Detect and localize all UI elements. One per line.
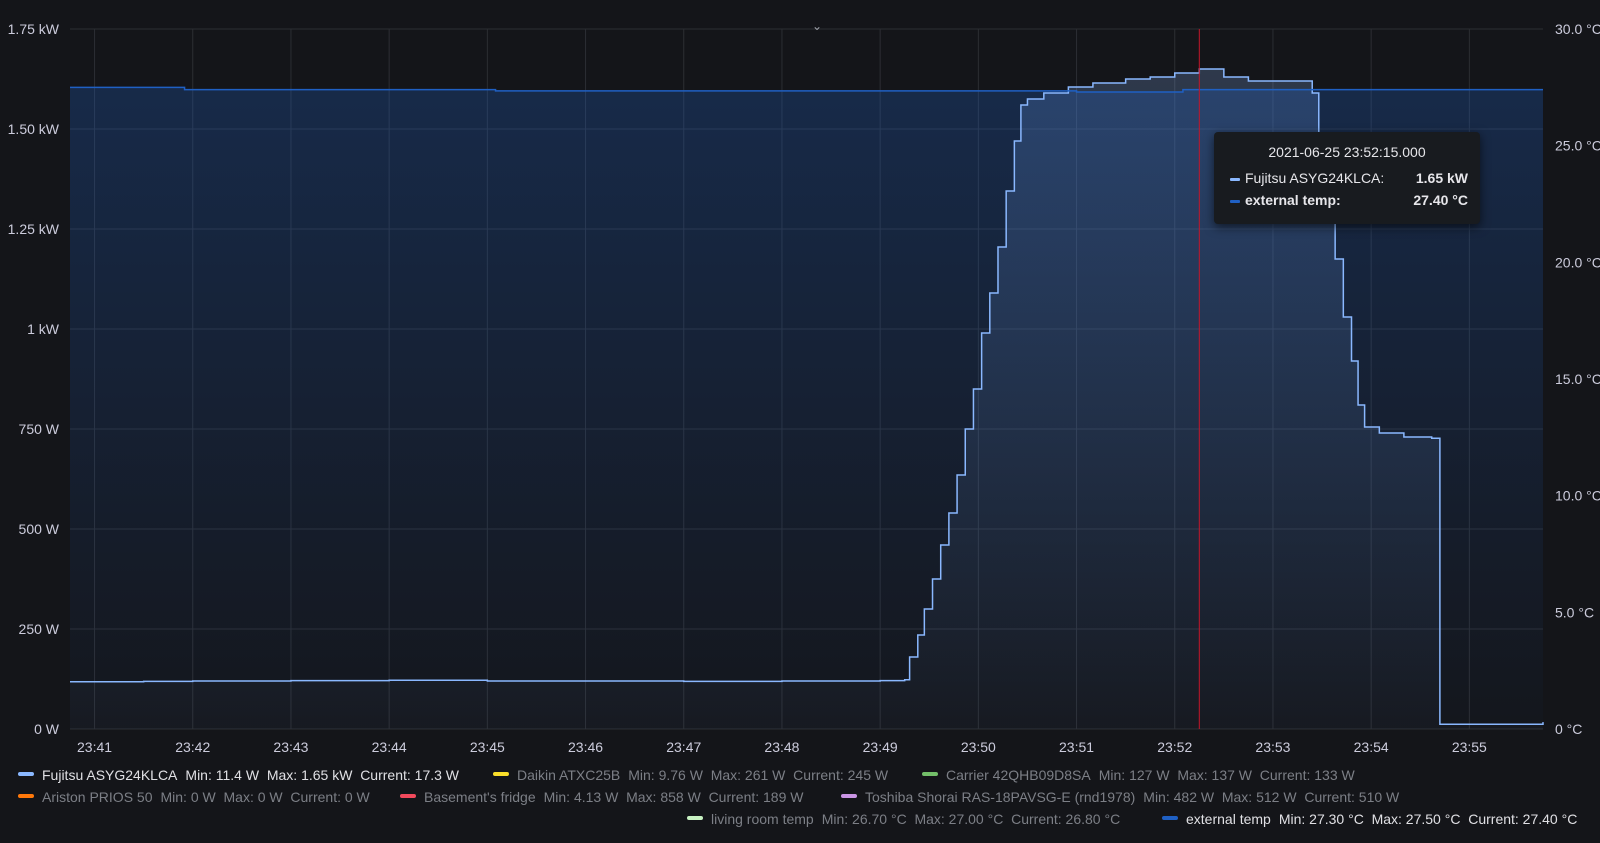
- y-tick-label-left: 1.50 kW: [8, 121, 60, 137]
- legend-item[interactable]: external temp Min: 27.30 °C Max: 27.50 °C…: [1162, 811, 1577, 827]
- y-tick-label-right: 10.0 °C: [1555, 488, 1600, 504]
- legend-series-stats: Min: 127 W Max: 137 W Current: 133 W: [1098, 767, 1355, 783]
- power-temperature-chart[interactable]: 0 W 250 W 500 W 750 W 1 kW 1.25 kW 1.50 kW 1.75…: [0, 0, 1600, 760]
- legend-series-name: external temp: [1186, 811, 1271, 827]
- legend-item[interactable]: Basement's fridge Min: 4.13 W Max: 858 W …: [400, 789, 804, 805]
- legend-item[interactable]: Carrier 42QHB09D8SA Min: 127 W Max: 137 W…: [922, 767, 1355, 783]
- x-tick-label: 23:41: [77, 739, 112, 755]
- y-tick-label-left: 1 kW: [27, 321, 60, 337]
- y-tick-label-right: 25.0 °C: [1555, 138, 1600, 154]
- y-tick-label-left: 0 W: [34, 721, 60, 737]
- y-axis-left: 0 W 250 W 500 W 750 W 1 kW 1.25 kW 1.50 kW 1.75…: [8, 21, 60, 737]
- legend-series-stats: Min: 11.4 W Max: 1.65 kW Current: 17.3 W: [185, 767, 460, 783]
- x-tick-label: 23:50: [961, 739, 996, 755]
- x-tick-label: 23:54: [1354, 739, 1389, 755]
- tooltip-series-name: Fujitsu ASYG24KLCA:: [1245, 170, 1385, 186]
- legend-item[interactable]: Toshiba Shorai RAS-18PAVSG-E (rnd1978) Mi…: [841, 789, 1399, 805]
- y-tick-label-right: 15.0 °C: [1555, 371, 1600, 387]
- y-tick-label-right: 20.0 °C: [1555, 254, 1600, 270]
- y-tick-label-left: 250 W: [19, 621, 60, 637]
- x-tick-label: 23:44: [372, 739, 407, 755]
- y-tick-label-right: 5.0 °C: [1555, 604, 1594, 620]
- time-series-panel: 0 W 250 W 500 W 750 W 1 kW 1.25 kW 1.50 kW 1.75…: [0, 0, 1600, 843]
- legend-series-stats: Min: 0 W Max: 0 W Current: 0 W: [160, 789, 370, 805]
- x-tick-label: 23:46: [568, 739, 603, 755]
- legend-series-name: Fujitsu ASYG24KLCA: [42, 767, 178, 783]
- series-color-swatch: [1230, 200, 1240, 203]
- legend-series-stats: Min: 4.13 W Max: 858 W Current: 189 W: [543, 789, 804, 805]
- tooltip-row: Fujitsu ASYG24KLCA: 1.65 kW: [1230, 170, 1468, 188]
- legend-color-swatch: [841, 794, 857, 799]
- legend-series-name: living room temp: [711, 811, 814, 827]
- legend-color-swatch: [400, 794, 416, 799]
- tooltip-time: 2021-06-25 23:52:15.000: [1268, 144, 1426, 160]
- y-tick-label-left: 750 W: [19, 421, 60, 437]
- legend-series-stats: Min: 26.70 °C Max: 27.00 °C Current: 26.…: [821, 811, 1121, 827]
- x-tick-label: 23:52: [1157, 739, 1192, 755]
- legend-item[interactable]: Fujitsu ASYG24KLCA Min: 11.4 W Max: 1.65 …: [18, 767, 459, 783]
- legend-series-name: Toshiba Shorai RAS-18PAVSG-E (rnd1978): [865, 789, 1136, 805]
- x-axis: 23:41 23:42 23:43 23:44 23:45 23:46 23:47 23:48…: [77, 739, 1487, 755]
- x-tick-label: 23:45: [470, 739, 505, 755]
- y-tick-label-right: 30.0 °C: [1555, 21, 1600, 37]
- x-tick-label: 23:53: [1255, 739, 1290, 755]
- legend-item[interactable]: Daikin ATXC25B Min: 9.76 W Max: 261 W Cur…: [493, 767, 888, 783]
- hover-tooltip: 2021-06-25 23:52:15.000 Fujitsu ASYG24KL…: [1214, 132, 1480, 224]
- x-tick-label: 23:49: [863, 739, 898, 755]
- tooltip-series-value: 1.65 kW: [1415, 170, 1468, 186]
- legend-series-stats: Min: 482 W Max: 512 W Current: 510 W: [1143, 789, 1400, 805]
- legend-series-stats: Min: 9.76 W Max: 261 W Current: 245 W: [628, 767, 889, 783]
- y-axis-right: 0 °C 5.0 °C 10.0 °C 15.0 °C 20.0 °C 25.0 °C 30…: [1555, 21, 1600, 737]
- x-tick-label: 23:51: [1059, 739, 1094, 755]
- legend-item[interactable]: living room temp Min: 26.70 °C Max: 27.00…: [687, 811, 1120, 827]
- legend-color-swatch: [18, 794, 34, 799]
- tooltip-series-value: 27.40 °C: [1413, 192, 1468, 208]
- x-tick-label: 23:43: [273, 739, 308, 755]
- legend-color-swatch: [18, 772, 34, 777]
- legend-series-name: Carrier 42QHB09D8SA: [946, 767, 1091, 783]
- legend-item[interactable]: Ariston PRIOS 50 Min: 0 W Max: 0 W Curren…: [18, 789, 370, 805]
- legend-series-name: Ariston PRIOS 50: [42, 789, 153, 805]
- y-tick-label-left: 1.25 kW: [8, 221, 60, 237]
- legend-series-name: Basement's fridge: [424, 789, 536, 805]
- x-tick-label: 23:55: [1452, 739, 1487, 755]
- x-tick-label: 23:47: [666, 739, 701, 755]
- tooltip-row: external temp: 27.40 °C: [1230, 192, 1468, 210]
- y-tick-label-right: 0 °C: [1555, 721, 1582, 737]
- legend-color-swatch: [922, 772, 938, 777]
- legend-color-swatch: [493, 772, 509, 777]
- chevron-down-icon[interactable]: ⌄: [811, 20, 823, 32]
- legend-color-swatch: [687, 816, 703, 821]
- legend-series-stats: Min: 27.30 °C Max: 27.50 °C Current: 27.…: [1278, 811, 1578, 827]
- y-tick-label-left: 1.75 kW: [8, 21, 60, 37]
- y-tick-label-left: 500 W: [19, 521, 60, 537]
- x-tick-label: 23:42: [175, 739, 210, 755]
- tooltip-series-name: external temp:: [1245, 192, 1341, 208]
- legend-color-swatch: [1162, 816, 1178, 821]
- x-tick-label: 23:48: [764, 739, 799, 755]
- series-color-swatch: [1230, 178, 1240, 181]
- legend-series-name: Daikin ATXC25B: [517, 767, 621, 783]
